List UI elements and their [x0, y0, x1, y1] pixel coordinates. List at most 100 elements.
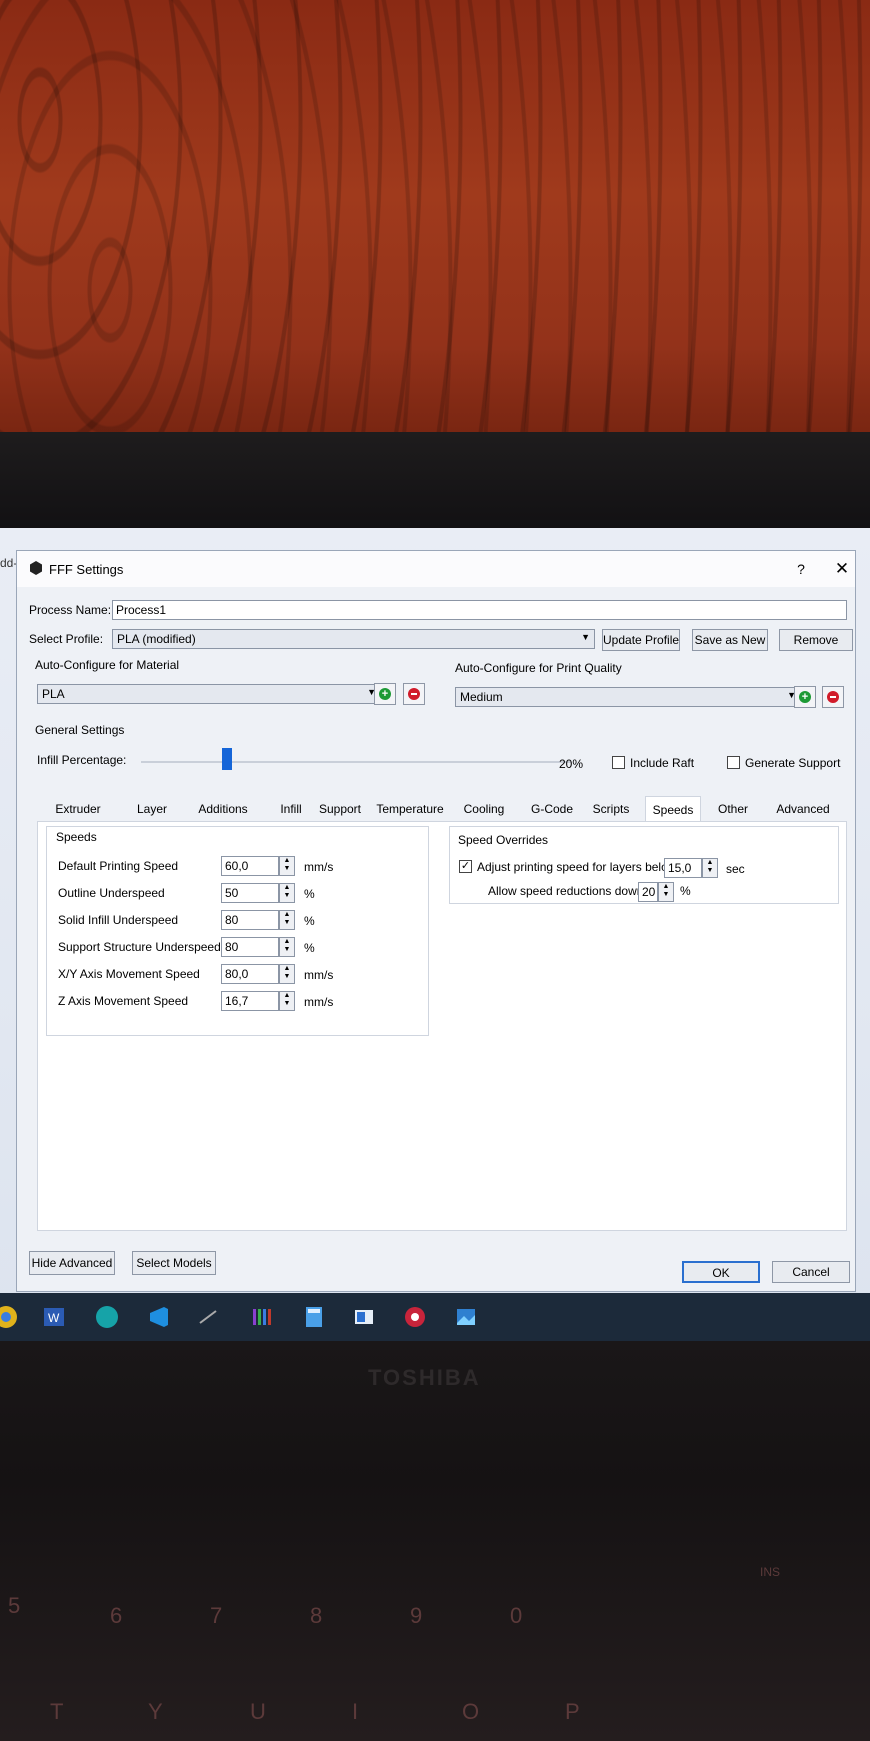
- ok-button[interactable]: OK: [682, 1261, 760, 1283]
- adjust-speed-input[interactable]: 15,0: [664, 858, 702, 878]
- fff-settings-dialog: FFF Settings ? ✕ Process Name: Process1 …: [16, 550, 856, 1292]
- key-y: Y: [148, 1699, 163, 1724]
- speed-row-stepper[interactable]: ▲ ▼: [279, 937, 295, 957]
- tab-temperature[interactable]: Temperature: [367, 796, 453, 822]
- infill-slider[interactable]: [141, 761, 571, 763]
- tab-infill[interactable]: Infill: [269, 796, 313, 822]
- generate-support-checkbox[interactable]: [727, 756, 740, 769]
- speed-row-unit: mm/s: [304, 995, 334, 1009]
- tab-support[interactable]: Support: [309, 796, 371, 822]
- key-0: 0: [510, 1603, 523, 1628]
- key-6: 6: [110, 1603, 123, 1628]
- wall-background: [0, 0, 870, 432]
- calculator-icon[interactable]: [302, 1305, 326, 1329]
- speed-row-stepper[interactable]: ▲ ▼: [279, 910, 295, 930]
- title-bar[interactable]: FFF Settings ? ✕: [17, 551, 855, 587]
- allow-reduction-stepper[interactable]: ▲ ▼: [658, 882, 674, 902]
- speed-row-unit: mm/s: [304, 860, 334, 874]
- speed-row-unit: %: [304, 941, 315, 955]
- remove-material-button[interactable]: [403, 683, 425, 705]
- tab-scripts[interactable]: Scripts: [585, 796, 637, 822]
- tab-additions[interactable]: Additions: [187, 796, 259, 822]
- tab-other[interactable]: Other: [709, 796, 757, 822]
- speed-row-stepper[interactable]: ▲ ▼: [279, 856, 295, 876]
- chevron-down-icon: ▼: [581, 632, 590, 642]
- key-8: 8: [310, 1603, 323, 1628]
- tab-advanced[interactable]: Advanced: [767, 796, 839, 822]
- select-profile-value: PLA (modified): [117, 632, 196, 646]
- select-profile-label: Select Profile:: [29, 632, 104, 646]
- taskbar: W: [0, 1293, 870, 1341]
- speed-row-stepper[interactable]: ▲ ▼: [279, 883, 295, 903]
- app-logo-icon: [30, 561, 42, 575]
- speed-row-input[interactable]: 50: [221, 883, 279, 903]
- adjust-speed-checkbox[interactable]: ✓: [459, 860, 472, 873]
- add-quality-button[interactable]: +: [794, 686, 816, 708]
- simplify3d-icon[interactable]: [250, 1305, 274, 1329]
- material-label: Auto-Configure for Material: [35, 658, 180, 672]
- speed-row-input[interactable]: 80,0: [221, 964, 279, 984]
- laptop-bezel-top: [0, 432, 870, 913]
- plus-icon: +: [379, 688, 391, 700]
- tab-layer[interactable]: Layer: [129, 796, 175, 822]
- include-raft-label: Include Raft: [630, 756, 695, 770]
- photos-icon[interactable]: [454, 1305, 478, 1329]
- update-profile-button[interactable]: Update Profile: [602, 629, 680, 651]
- speed-row-stepper[interactable]: ▲ ▼: [279, 964, 295, 984]
- tab-extruder[interactable]: Extruder: [47, 796, 109, 822]
- adjust-speed-unit: sec: [726, 862, 745, 876]
- tab-speeds[interactable]: Speeds: [645, 796, 701, 822]
- include-raft-checkbox[interactable]: [612, 756, 625, 769]
- speed-row-stepper[interactable]: ▲ ▼: [279, 991, 295, 1011]
- speed-row-unit: mm/s: [304, 968, 334, 982]
- window-icon[interactable]: [352, 1305, 376, 1329]
- key-ins: INS: [760, 1565, 781, 1579]
- chrome-icon[interactable]: [0, 1305, 18, 1329]
- background-window-text: dd-: [0, 556, 18, 570]
- app-icon[interactable]: [196, 1305, 220, 1329]
- key-p: P: [565, 1699, 580, 1724]
- plus-icon: +: [799, 691, 811, 703]
- laptop-keyboard-area: TOSHIBA 5 6 7 8 9 0 INS T Y U I O P: [0, 1341, 870, 1741]
- save-as-new-button[interactable]: Save as New: [692, 629, 768, 651]
- remove-button[interactable]: Remove: [779, 629, 853, 651]
- tab-cooling[interactable]: Cooling: [459, 796, 509, 822]
- process-name-label: Process Name:: [29, 603, 112, 617]
- speed-row-input[interactable]: 80: [221, 910, 279, 930]
- speed-row-input[interactable]: 16,7: [221, 991, 279, 1011]
- hide-advanced-button[interactable]: Hide Advanced: [29, 1251, 115, 1275]
- cancel-button[interactable]: Cancel: [772, 1261, 850, 1283]
- speed-row-label: Z Axis Movement Speed: [58, 994, 189, 1008]
- select-profile-dropdown[interactable]: PLA (modified) ▼: [112, 629, 595, 649]
- arduino-icon[interactable]: [95, 1305, 119, 1329]
- help-button[interactable]: ?: [792, 561, 810, 577]
- infill-value: 20%: [559, 757, 584, 771]
- allow-reduction-input[interactable]: 20: [638, 882, 658, 902]
- adjust-speed-label: Adjust printing speed for layers below: [477, 860, 677, 874]
- vscode-icon[interactable]: [146, 1305, 170, 1329]
- infill-slider-handle[interactable]: [222, 748, 232, 770]
- settings-icon[interactable]: [403, 1305, 427, 1329]
- close-button[interactable]: ✕: [833, 559, 851, 579]
- generate-support-label: Generate Support: [745, 756, 841, 770]
- select-models-button[interactable]: Select Models: [132, 1251, 216, 1275]
- material-dropdown[interactable]: PLA ▼: [37, 684, 381, 704]
- add-material-button[interactable]: +: [374, 683, 396, 705]
- word-icon[interactable]: W: [42, 1305, 66, 1329]
- process-name-input[interactable]: Process1: [112, 600, 847, 620]
- speed-row-label: Solid Infill Underspeed: [58, 913, 179, 927]
- adjust-speed-stepper[interactable]: ▲ ▼: [702, 858, 718, 878]
- speed-row-unit: %: [304, 914, 315, 928]
- key-o: O: [462, 1699, 480, 1724]
- speed-row-input[interactable]: 60,0: [221, 856, 279, 876]
- svg-text:W: W: [48, 1311, 60, 1325]
- tab-g-code[interactable]: G-Code: [525, 796, 579, 822]
- quality-value: Medium: [460, 690, 503, 704]
- material-value: PLA: [42, 687, 65, 701]
- speed-row-unit: %: [304, 887, 315, 901]
- quality-dropdown[interactable]: Medium ▼: [455, 687, 801, 707]
- remove-quality-button[interactable]: [822, 686, 844, 708]
- minus-icon: [408, 688, 420, 700]
- allow-reduction-label: Allow speed reductions down to: [488, 884, 657, 898]
- speed-row-input[interactable]: 80: [221, 937, 279, 957]
